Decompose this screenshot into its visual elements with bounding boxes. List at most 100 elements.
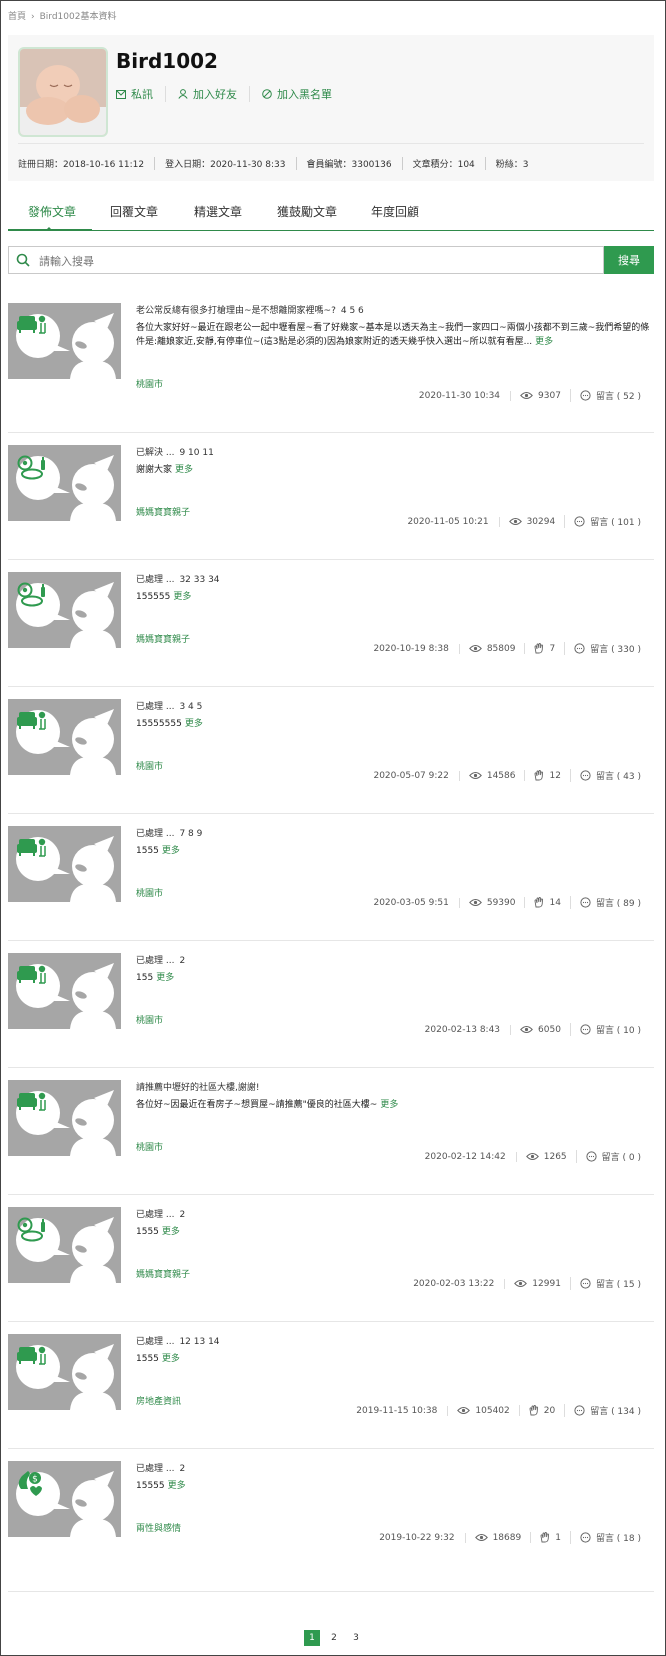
page-button[interactable]: 2 xyxy=(326,1630,342,1646)
post-title[interactable]: 已解決 ... 9 10 11 xyxy=(136,445,214,458)
more-link[interactable]: 更多 xyxy=(535,337,553,347)
post-item[interactable]: $ 已處理 ... 2 15555 更多 兩性與感情 2019-10-22 9:32 1868… xyxy=(8,1449,654,1592)
post-thumbnail-wrapper[interactable] xyxy=(8,699,121,775)
comment-count[interactable]: 留言 ( 101 ) xyxy=(564,515,650,528)
more-link[interactable]: 更多 xyxy=(173,592,191,602)
post-category[interactable]: 兩性與感情 xyxy=(136,1521,181,1534)
post-page-links[interactable]: 7 8 9 xyxy=(179,829,202,839)
more-link[interactable]: 更多 xyxy=(185,719,203,729)
post-title[interactable]: 已處理 ... 3 4 5 xyxy=(136,699,202,712)
post-page-links[interactable]: 12 13 14 xyxy=(179,1337,219,1347)
post-title[interactable]: 已處理 ... 32 33 34 xyxy=(136,572,220,585)
post-page-links[interactable]: 9 10 11 xyxy=(179,448,213,458)
add-friend-button[interactable]: 加入好友 xyxy=(165,86,249,102)
more-link[interactable]: 更多 xyxy=(162,1227,180,1237)
post-stats: 2020-02-13 8:43 6050 留言 ( 10 ) xyxy=(425,1023,650,1036)
post-title[interactable]: 已處理 ... 2 xyxy=(136,1461,185,1474)
encourage-count-value: 20 xyxy=(543,1405,556,1416)
post-category[interactable]: 媽媽寶寶親子 xyxy=(136,505,190,518)
view-count-value: 85809 xyxy=(486,643,516,654)
view-count-value: 105402 xyxy=(475,1405,510,1416)
post-excerpt: 15555 更多 xyxy=(136,1479,651,1493)
comment-count[interactable]: 留言 ( 52 ) xyxy=(569,389,650,402)
post-thumbnail-wrapper[interactable] xyxy=(8,826,121,902)
post-category[interactable]: 桃園市 xyxy=(136,377,163,390)
post-page-links[interactable]: 2 xyxy=(179,1464,185,1474)
block-button[interactable]: 加入黑名單 xyxy=(249,86,344,102)
eye-icon xyxy=(468,772,482,779)
tab-encouraged[interactable]: 獲鼓勵文章 xyxy=(277,203,337,220)
message-button[interactable]: 私訊 xyxy=(116,86,165,102)
breadcrumb-home[interactable]: 首頁 xyxy=(8,12,26,22)
post-page-links[interactable]: 2 xyxy=(179,1210,185,1220)
post-thumbnail-wrapper[interactable]: $ xyxy=(8,1461,121,1537)
post-item[interactable]: 已處理 ... 3 4 5 15555555 更多 桃園市 2020-05-07 9:22… xyxy=(8,687,654,814)
tab-replies[interactable]: 回覆文章 xyxy=(110,203,158,220)
comment-count[interactable]: 留言 ( 134 ) xyxy=(564,1404,650,1417)
page-button[interactable]: 3 xyxy=(348,1630,364,1646)
post-page-links[interactable]: 4 5 6 xyxy=(341,306,364,316)
tab-featured[interactable]: 精選文章 xyxy=(194,203,242,220)
more-link[interactable]: 更多 xyxy=(168,1481,186,1491)
post-page-links[interactable]: 32 33 34 xyxy=(179,575,219,585)
post-stats: 2020-03-05 9:51 59390 14 留言 ( 89 ) xyxy=(373,896,650,909)
post-thumbnail-wrapper[interactable] xyxy=(8,572,121,648)
comment-count[interactable]: 留言 ( 10 ) xyxy=(569,1023,650,1036)
more-link[interactable]: 更多 xyxy=(162,846,180,856)
comment-count[interactable]: 留言 ( 18 ) xyxy=(569,1531,650,1544)
comment-count[interactable]: 留言 ( 0 ) xyxy=(575,1150,650,1163)
page-button[interactable]: 1 xyxy=(304,1630,320,1646)
post-category[interactable]: 桃園市 xyxy=(136,1013,163,1026)
post-category[interactable]: 房地產資訊 xyxy=(136,1394,181,1407)
post-item[interactable]: 已解決 ... 9 10 11 謝謝大家 更多 媽媽寶寶親子 2020-11-05 10:… xyxy=(8,433,654,560)
post-item[interactable]: 已處理 ... 12 13 14 1555 更多 房地產資訊 2019-11-15 10:… xyxy=(8,1322,654,1449)
post-thumbnail-wrapper[interactable] xyxy=(8,953,121,1029)
post-item[interactable]: 老公常反總有很多打槍理由~是不想離開家裡嗎~? 4 5 6 各位大家好好~最近在跟老… xyxy=(8,291,654,433)
post-item[interactable]: 已處理 ... 2 1555 更多 媽媽寶寶親子 2020-02-03 13:22 1299… xyxy=(8,1195,654,1322)
post-category[interactable]: 媽媽寶寶親子 xyxy=(136,632,190,645)
tab-annual-review[interactable]: 年度回顧 xyxy=(371,203,419,220)
eye-icon xyxy=(468,899,482,906)
post-thumbnail-wrapper[interactable] xyxy=(8,1207,121,1283)
post-item[interactable]: 請推薦中壢好的社區大樓,謝謝! 各位好~因最近在看房子~想買屋~請推薦"優良的社區… xyxy=(8,1068,654,1195)
post-item[interactable]: 已處理 ... 7 8 9 1555 更多 桃園市 2020-03-05 9:51 5939… xyxy=(8,814,654,941)
comment-count[interactable]: 留言 ( 15 ) xyxy=(569,1277,650,1290)
comment-count[interactable]: 留言 ( 43 ) xyxy=(569,769,650,782)
post-title[interactable]: 請推薦中壢好的社區大樓,謝謝! xyxy=(136,1080,264,1093)
post-category[interactable]: 桃園市 xyxy=(136,886,163,899)
encourage-count-value: 14 xyxy=(549,897,561,908)
post-page-links[interactable]: 3 4 5 xyxy=(179,702,202,712)
post-page-links[interactable]: 2 xyxy=(179,956,185,966)
post-category[interactable]: 桃園市 xyxy=(136,759,163,772)
post-category[interactable]: 媽媽寶寶親子 xyxy=(136,1267,190,1280)
more-link[interactable]: 更多 xyxy=(162,1354,180,1364)
comment-count[interactable]: 留言 ( 330 ) xyxy=(564,642,650,655)
tab-published[interactable]: 發佈文章 xyxy=(28,203,76,220)
eye-icon xyxy=(520,1026,533,1033)
post-category[interactable]: 桃園市 xyxy=(136,1140,163,1153)
post-title-text: 已解決 ... xyxy=(136,448,175,458)
post-title[interactable]: 老公常反總有很多打槍理由~是不想離開家裡嗎~? 4 5 6 xyxy=(136,303,364,316)
view-count-value: 12991 xyxy=(532,1278,561,1289)
more-link[interactable]: 更多 xyxy=(380,1100,398,1110)
post-thumbnail-wrapper[interactable] xyxy=(8,1080,121,1156)
post-excerpt-text: 155555 xyxy=(136,592,171,602)
post-title[interactable]: 已處理 ... 7 8 9 xyxy=(136,826,202,839)
post-title[interactable]: 已處理 ... 12 13 14 xyxy=(136,1334,220,1347)
baby-photo xyxy=(20,49,106,135)
more-link[interactable]: 更多 xyxy=(175,465,193,475)
post-title[interactable]: 已處理 ... 2 xyxy=(136,1207,185,1220)
post-item[interactable]: 已處理 ... 32 33 34 155555 更多 媽媽寶寶親子 2020-10-19 … xyxy=(8,560,654,687)
post-title[interactable]: 已處理 ... 2 xyxy=(136,953,185,966)
post-thumbnail-wrapper[interactable] xyxy=(8,303,121,379)
post-thumbnail-wrapper[interactable] xyxy=(8,1334,121,1410)
post-item[interactable]: 已處理 ... 2 155 更多 桃園市 2020-02-13 8:43 6050 留言 ( … xyxy=(8,941,654,1068)
search-input[interactable] xyxy=(37,251,591,271)
article-points: 文章積分：104 xyxy=(401,157,485,170)
more-link[interactable]: 更多 xyxy=(156,973,174,983)
post-excerpt: 謝謝大家 更多 xyxy=(136,463,651,477)
search-button[interactable]: 搜尋 xyxy=(604,246,654,274)
post-thumbnail-wrapper[interactable] xyxy=(8,445,121,521)
comment-count[interactable]: 留言 ( 89 ) xyxy=(569,896,650,909)
tab-bar: 發佈文章 回覆文章 精選文章 獲鼓勵文章 年度回顧 xyxy=(8,194,654,231)
